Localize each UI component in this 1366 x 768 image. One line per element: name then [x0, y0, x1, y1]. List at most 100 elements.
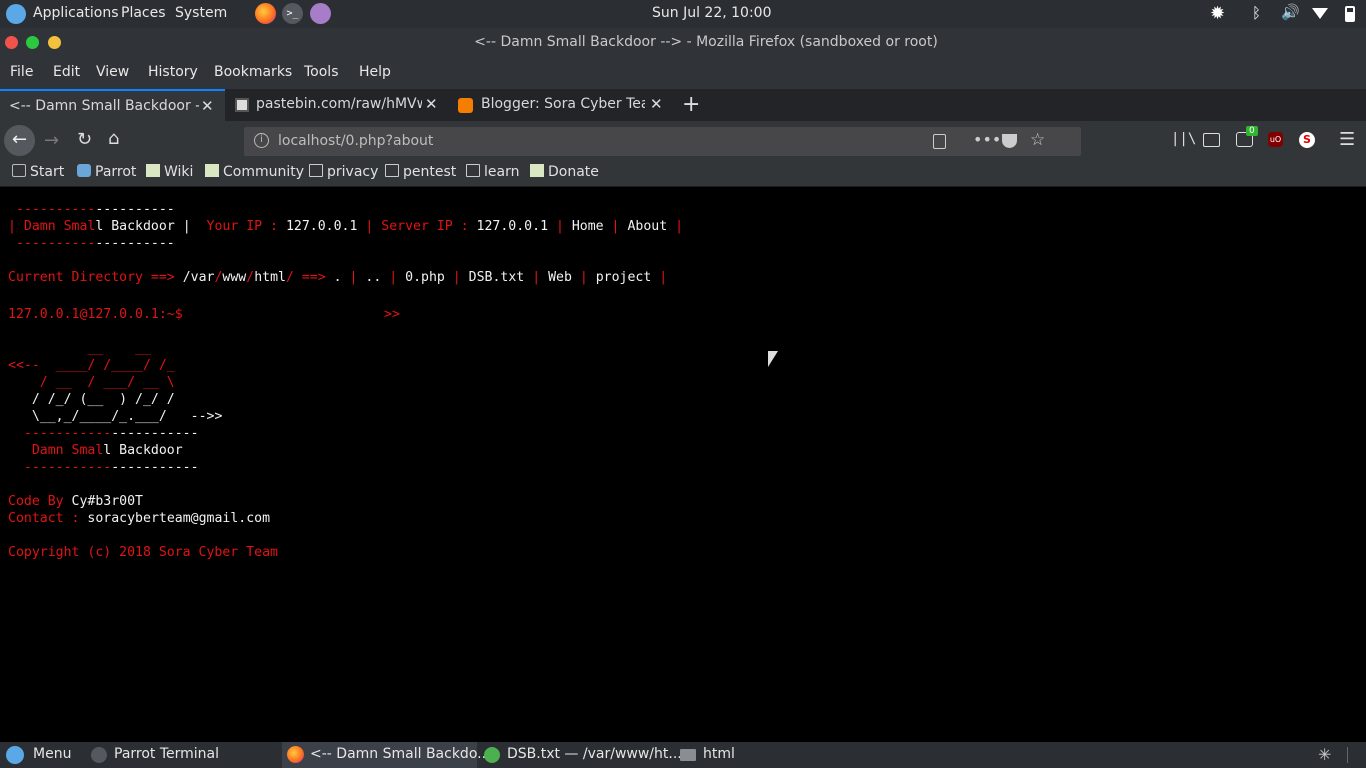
- start-menu-button[interactable]: Menu: [0, 742, 78, 768]
- menu-file[interactable]: File: [10, 64, 33, 80]
- code-by-line: Code By Cy#b3r00T: [8, 494, 143, 509]
- bookmark-wiki[interactable]: Wiki: [146, 164, 193, 180]
- url-bar[interactable]: i localhost/0.php?about ••• ☆: [244, 127, 1081, 156]
- tab-damn-small-backdoor[interactable]: <-- Damn Small Backdoor --> ✕: [0, 89, 225, 121]
- sidebar-icon[interactable]: [1203, 133, 1220, 147]
- header-border-top: --------------------: [8, 202, 175, 217]
- file-link[interactable]: project: [596, 270, 652, 285]
- firefox-icon: [287, 746, 304, 763]
- folder-icon: [385, 164, 399, 177]
- home-icon[interactable]: ⌂: [108, 128, 119, 149]
- current-directory-label: Current Directory ==>: [8, 270, 175, 285]
- ublock-icon[interactable]: uO: [1268, 132, 1283, 147]
- dir-part[interactable]: html: [254, 270, 286, 285]
- terminal-launcher-icon[interactable]: >_: [282, 3, 303, 24]
- pocket-icon[interactable]: [1002, 134, 1017, 148]
- parrot-logo-icon[interactable]: [6, 4, 26, 24]
- command-input[interactable]: [192, 304, 377, 324]
- forward-icon[interactable]: →: [44, 130, 59, 151]
- reload-icon[interactable]: ↻: [77, 129, 92, 150]
- bookmark-folder-privacy[interactable]: privacy: [309, 164, 378, 180]
- server-ip-label: Server IP :: [381, 219, 469, 234]
- menu-tools[interactable]: Tools: [304, 64, 339, 80]
- menu-edit[interactable]: Edit: [53, 64, 80, 80]
- taskbar-item-file-manager[interactable]: html: [676, 742, 826, 768]
- header-border-bottom: --------------------: [8, 236, 175, 251]
- blogger-favicon-icon: [458, 98, 473, 113]
- menu-view[interactable]: View: [96, 64, 129, 80]
- ascii-art-line-4: / /_/ (__ ) /_/ /: [8, 392, 175, 407]
- brightness-icon[interactable]: ✹: [1210, 4, 1230, 24]
- donate-icon: [530, 164, 544, 177]
- taskbar-item-text-editor[interactable]: DSB.txt — /var/www/ht...: [479, 742, 682, 768]
- volume-icon[interactable]: 🔊: [1281, 3, 1300, 21]
- hamburger-menu-icon[interactable]: ☰: [1339, 129, 1355, 150]
- contact-line: Contact : soracyberteam@gmail.com: [8, 511, 271, 526]
- close-tab-icon[interactable]: ✕: [425, 95, 438, 113]
- file-link[interactable]: ..: [365, 270, 381, 285]
- text-editor-launcher-icon[interactable]: [310, 3, 331, 24]
- bookmark-folder-learn[interactable]: learn: [466, 164, 519, 180]
- ascii-app-name: Damn Small Backdoor: [8, 443, 183, 458]
- close-tab-icon[interactable]: ✕: [201, 97, 214, 115]
- firefox-menubar: File Edit View History Bookmarks Tools H…: [0, 57, 1366, 89]
- url-text[interactable]: localhost/0.php?about: [278, 133, 433, 149]
- parrot-icon: [77, 164, 91, 177]
- your-ip-label: Your IP :: [206, 219, 278, 234]
- taskbar-item-firefox[interactable]: <-- Damn Small Backdo...: [282, 742, 490, 768]
- back-icon[interactable]: ←: [4, 125, 35, 156]
- firefox-launcher-icon[interactable]: [255, 3, 276, 24]
- reader-view-icon[interactable]: [933, 134, 946, 149]
- star-icon: [12, 164, 26, 177]
- bookmark-parrot[interactable]: Parrot: [77, 164, 136, 180]
- battery-icon[interactable]: [1345, 6, 1355, 22]
- ascii-art-line-1: __ __: [8, 341, 151, 356]
- tab-pastebin[interactable]: pastebin.com/raw/hMVwQ ✕: [225, 89, 447, 121]
- window-title: <-- Damn Small Backdoor --> - Mozilla Fi…: [474, 34, 938, 50]
- dir-part[interactable]: www: [222, 270, 246, 285]
- show-desktop-button[interactable]: [1347, 747, 1357, 763]
- page-actions-icon[interactable]: •••: [973, 130, 1001, 149]
- network-tray-icon[interactable]: ✳: [1318, 745, 1331, 764]
- page-content: -------------------- | Damn Small Backdo…: [0, 188, 1366, 742]
- file-link[interactable]: Web: [548, 270, 572, 285]
- file-link[interactable]: .: [334, 270, 342, 285]
- taskbar-item-terminal[interactable]: Parrot Terminal: [85, 742, 280, 768]
- bookmark-start[interactable]: Start: [12, 164, 64, 180]
- bookmark-community[interactable]: Community: [205, 164, 304, 180]
- folder-icon: [466, 164, 480, 177]
- close-tab-icon[interactable]: ✕: [650, 95, 663, 113]
- bookmarks-toolbar: Start Parrot Wiki Community privacy pent…: [0, 160, 1366, 187]
- applications-menu[interactable]: Applications: [33, 5, 119, 21]
- menu-bookmarks[interactable]: Bookmarks: [214, 64, 292, 80]
- app-name: Damn Smal: [23, 219, 96, 234]
- dir-part[interactable]: /var: [183, 270, 215, 285]
- bookmark-label: privacy: [327, 164, 379, 180]
- bookmark-donate[interactable]: Donate: [530, 164, 599, 180]
- folder-icon: [680, 749, 696, 761]
- places-menu[interactable]: Places: [121, 5, 166, 21]
- ascii-border-top: ----------------------: [8, 426, 199, 441]
- about-link[interactable]: About: [627, 219, 667, 234]
- file-link[interactable]: DSB.txt: [469, 270, 525, 285]
- info-icon[interactable]: i: [254, 133, 269, 148]
- bookmark-star-icon[interactable]: ☆: [1030, 130, 1045, 150]
- window-titlebar: <-- Damn Small Backdoor --> - Mozilla Fi…: [0, 28, 1366, 57]
- menu-help[interactable]: Help: [359, 64, 391, 80]
- home-link[interactable]: Home: [572, 219, 604, 234]
- wifi-icon[interactable]: [1312, 8, 1328, 19]
- server-ip-value: 127.0.0.1: [476, 219, 549, 234]
- clock[interactable]: Sun Jul 22, 10:00: [652, 5, 772, 21]
- tab-label: <-- Damn Small Backdoor -->: [9, 98, 199, 114]
- file-link[interactable]: 0.php: [405, 270, 445, 285]
- new-tab-icon[interactable]: +: [682, 92, 700, 117]
- tab-blogger[interactable]: Blogger: Sora Cyber Team ✕: [448, 89, 672, 121]
- library-icon[interactable]: ||\: [1171, 131, 1196, 147]
- taskbar-label: Parrot Terminal: [114, 746, 220, 762]
- bluetooth-icon[interactable]: ᛒ: [1252, 4, 1261, 22]
- execute-button[interactable]: >>: [384, 306, 400, 323]
- shield-extension-icon[interactable]: S: [1299, 132, 1315, 148]
- bookmark-folder-pentest[interactable]: pentest: [385, 164, 456, 180]
- menu-history[interactable]: History: [148, 64, 198, 80]
- system-menu[interactable]: System: [175, 5, 227, 21]
